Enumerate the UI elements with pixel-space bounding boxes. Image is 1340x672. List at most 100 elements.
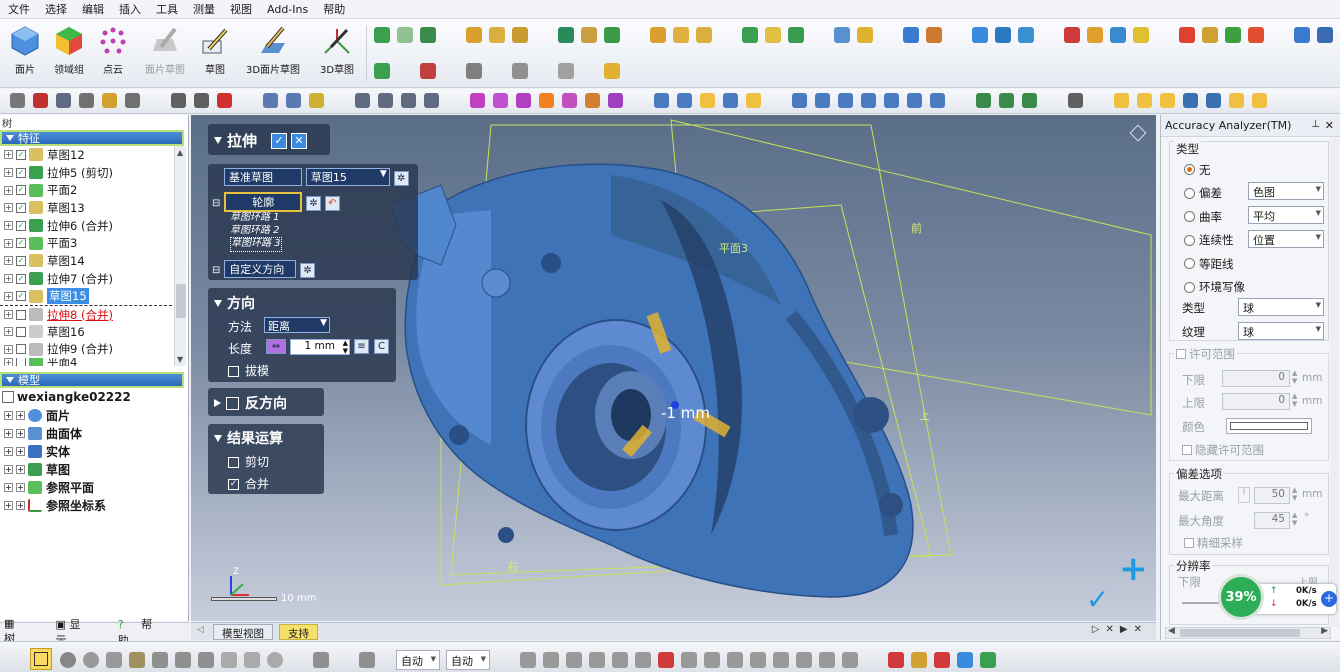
view-top-icon[interactable]: [700, 93, 715, 108]
zoom-area-icon[interactable]: [378, 93, 393, 108]
deviation-select[interactable]: 色图: [1248, 182, 1324, 200]
view-flip-icon[interactable]: [930, 93, 945, 108]
cut-option[interactable]: 剪切: [228, 453, 269, 470]
direction-header[interactable]: 方向: [208, 288, 396, 318]
point-display-icon[interactable]: [470, 93, 485, 108]
filter-loop-icon[interactable]: [589, 652, 605, 668]
tree-item-plane3[interactable]: + ✓ 平面3: [0, 234, 172, 252]
model-item-ref-coord[interactable]: + + 参照坐标系: [0, 496, 188, 514]
length-reset-button[interactable]: C: [374, 339, 389, 354]
texture-select[interactable]: 球: [1238, 322, 1324, 340]
filter-point-icon[interactable]: [727, 652, 743, 668]
max-distance-input[interactable]: 50: [1254, 487, 1290, 504]
view-rotate-icon[interactable]: [861, 93, 876, 108]
face-display-icon[interactable]: [516, 93, 531, 108]
tree-item-sketch13[interactable]: + ✓ 草图13: [0, 199, 172, 217]
loop-item[interactable]: 草图环路 3: [230, 237, 282, 252]
boolean-icon[interactable]: [995, 27, 1011, 43]
zoom-fit-icon[interactable]: [355, 93, 370, 108]
hide-tolerance-option[interactable]: 隐藏许可范围: [1182, 442, 1264, 458]
save-icon[interactable]: [56, 93, 71, 108]
radio-none-indicator[interactable]: [1184, 164, 1195, 176]
visibility-surface-icon[interactable]: [1183, 93, 1198, 108]
zoom-in-icon[interactable]: [401, 93, 416, 108]
widget-add-icon[interactable]: +: [1321, 591, 1337, 607]
draft-option[interactable]: 拔模: [228, 362, 269, 379]
display-mesh-icon[interactable]: [888, 652, 904, 668]
polyline-select-icon[interactable]: [106, 652, 122, 668]
cancel-button[interactable]: ✕: [291, 132, 308, 149]
filter-body-icon[interactable]: [612, 652, 628, 668]
point-icon[interactable]: [420, 27, 436, 43]
radio-isoline-indicator[interactable]: [1184, 258, 1195, 270]
cut-checkbox[interactable]: [228, 457, 239, 468]
view-front-icon[interactable]: [677, 93, 692, 108]
model-item-mesh[interactable]: + + 面片: [0, 406, 188, 424]
mirror-icon[interactable]: [857, 27, 873, 43]
confirm-check-icon[interactable]: ✓: [1086, 586, 1109, 614]
result-operation-header[interactable]: 结果运算: [208, 424, 324, 452]
view-normal-icon[interactable]: [838, 93, 853, 108]
section-icon[interactable]: [976, 93, 991, 108]
eye-filter-icon[interactable]: [313, 652, 329, 668]
reverse-direction-checkbox[interactable]: [226, 396, 239, 410]
view-plus-icon[interactable]: +: [1119, 552, 1148, 586]
filter-region-icon[interactable]: [658, 652, 674, 668]
tab-scroll-left-icon[interactable]: ◁: [197, 625, 204, 635]
curvature-select[interactable]: 平均: [1248, 206, 1324, 224]
snap-mode-combo[interactable]: 自动: [446, 650, 490, 670]
right-panel-vscroll[interactable]: [1330, 139, 1339, 627]
radio-none[interactable]: 无: [1170, 158, 1328, 182]
zoom-select-icon[interactable]: [424, 93, 439, 108]
rect-select-button[interactable]: [30, 648, 52, 670]
wireframe-display-icon[interactable]: [562, 93, 577, 108]
tree-item-extrude8[interactable]: + 拉伸8 (合并): [0, 305, 172, 323]
display-sketch-icon[interactable]: [980, 652, 996, 668]
visibility-mesh-icon[interactable]: [1114, 93, 1129, 108]
export-icon[interactable]: [1179, 27, 1195, 43]
radio-curvature-indicator[interactable]: [1184, 211, 1195, 223]
tree-item-sketch16[interactable]: + 草图16: [0, 323, 172, 341]
color-display-icon[interactable]: [608, 93, 623, 108]
shaded-display-icon[interactable]: [539, 93, 554, 108]
redo-icon[interactable]: [194, 93, 209, 108]
line-icon[interactable]: [397, 27, 413, 43]
mesh-sketch-tool-button[interactable]: 面片草图: [140, 25, 190, 85]
body-icon[interactable]: [1018, 27, 1034, 43]
combine-icon[interactable]: [1064, 27, 1080, 43]
delete-icon[interactable]: [1317, 27, 1333, 43]
length-mode-button[interactable]: ⇔: [266, 339, 286, 354]
settings-icon[interactable]: [125, 93, 140, 108]
view-zoom-icon[interactable]: [907, 93, 922, 108]
visibility-region-icon[interactable]: [1137, 93, 1152, 108]
split-icon[interactable]: [696, 27, 712, 43]
visibility-point-icon[interactable]: [1160, 93, 1175, 108]
base-sketch-select[interactable]: 草图15 ▼: [305, 168, 390, 186]
select-box-icon[interactable]: [558, 63, 574, 79]
reverse-direction-option[interactable]: 反方向: [208, 388, 324, 418]
filter-curve-icon[interactable]: [704, 652, 720, 668]
flood-select-icon[interactable]: [175, 652, 191, 668]
tab-model-view[interactable]: 模型视图: [213, 624, 273, 640]
open-file-icon[interactable]: [33, 93, 48, 108]
upper-limit-input[interactable]: 0: [1222, 393, 1290, 410]
model-item-surface[interactable]: + + 曲面体: [0, 424, 188, 442]
base-sketch-option-button[interactable]: ✲: [393, 171, 409, 186]
radio-isoline[interactable]: 等距线: [1170, 252, 1328, 276]
merge-option[interactable]: ✓ 合并: [228, 475, 269, 492]
replace-icon[interactable]: [1133, 27, 1149, 43]
move-icon[interactable]: [1294, 27, 1310, 43]
tree-item-sketch12[interactable]: + ✓ 草图12: [0, 146, 172, 164]
filter-sketch-icon[interactable]: [681, 652, 697, 668]
trim-icon[interactable]: [788, 27, 804, 43]
region-group-tool-button[interactable]: 领域组: [46, 25, 92, 85]
filter-edge-icon[interactable]: [543, 652, 559, 668]
profile-reset-button[interactable]: ↶: [324, 196, 340, 211]
view-icon[interactable]: [263, 93, 278, 108]
menu-select[interactable]: 选择: [45, 1, 67, 17]
deviation-icon[interactable]: [1248, 27, 1264, 43]
texture-display-icon[interactable]: [585, 93, 600, 108]
filter-coord-icon[interactable]: [796, 652, 812, 668]
menu-help[interactable]: 帮助: [323, 1, 345, 17]
menu-insert[interactable]: 插入: [119, 1, 141, 17]
